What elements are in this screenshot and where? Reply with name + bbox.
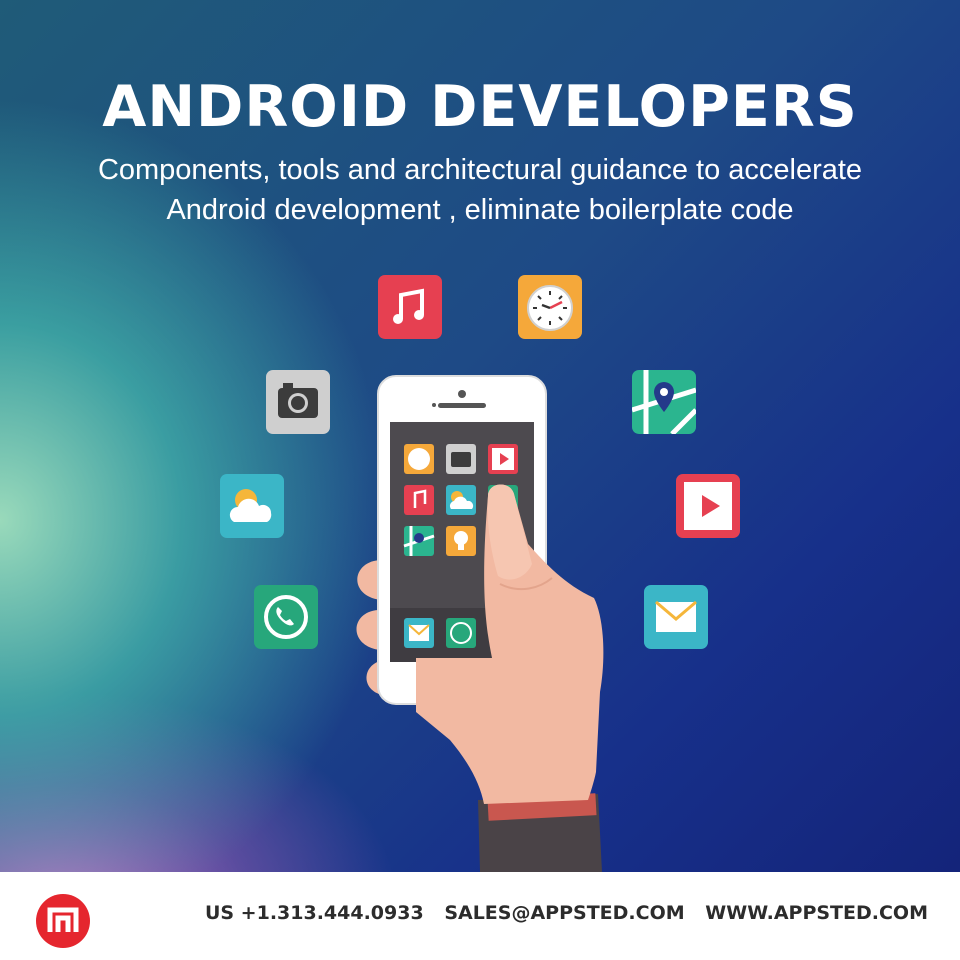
music-app-icon	[378, 275, 442, 339]
email-link[interactable]: SALES@APPSTED.COM	[444, 902, 684, 924]
clock-app-icon	[518, 275, 582, 339]
phone-number: US +1.313.444.0933	[204, 902, 424, 924]
phone-app-icon	[254, 585, 318, 649]
mail-app-icon	[644, 585, 708, 649]
subtitle-line-1: Components, tools and architectural guid…	[97, 154, 863, 186]
page-title: ANDROID DEVELOPERS	[102, 74, 858, 140]
maps-app-icon	[632, 370, 696, 434]
camera-app-icon	[266, 370, 330, 434]
hero-banner: ANDROID DEVELOPERS Components, tools and…	[0, 0, 960, 872]
footer-bar: US +1.313.444.0933 SALES@APPSTED.COM WWW…	[0, 872, 960, 960]
page-subtitle: Components, tools and architectural guid…	[0, 150, 960, 230]
hand-holding-phone-illustration	[330, 370, 630, 872]
weather-app-icon	[220, 474, 284, 538]
appsted-logo	[35, 893, 91, 949]
video-app-icon	[676, 474, 740, 538]
contact-info: US +1.313.444.0933 SALES@APPSTED.COM WWW…	[191, 902, 928, 924]
subtitle-line-2: Android development , eliminate boilerpl…	[166, 194, 794, 226]
website-link[interactable]: WWW.APPSTED.COM	[705, 902, 928, 924]
